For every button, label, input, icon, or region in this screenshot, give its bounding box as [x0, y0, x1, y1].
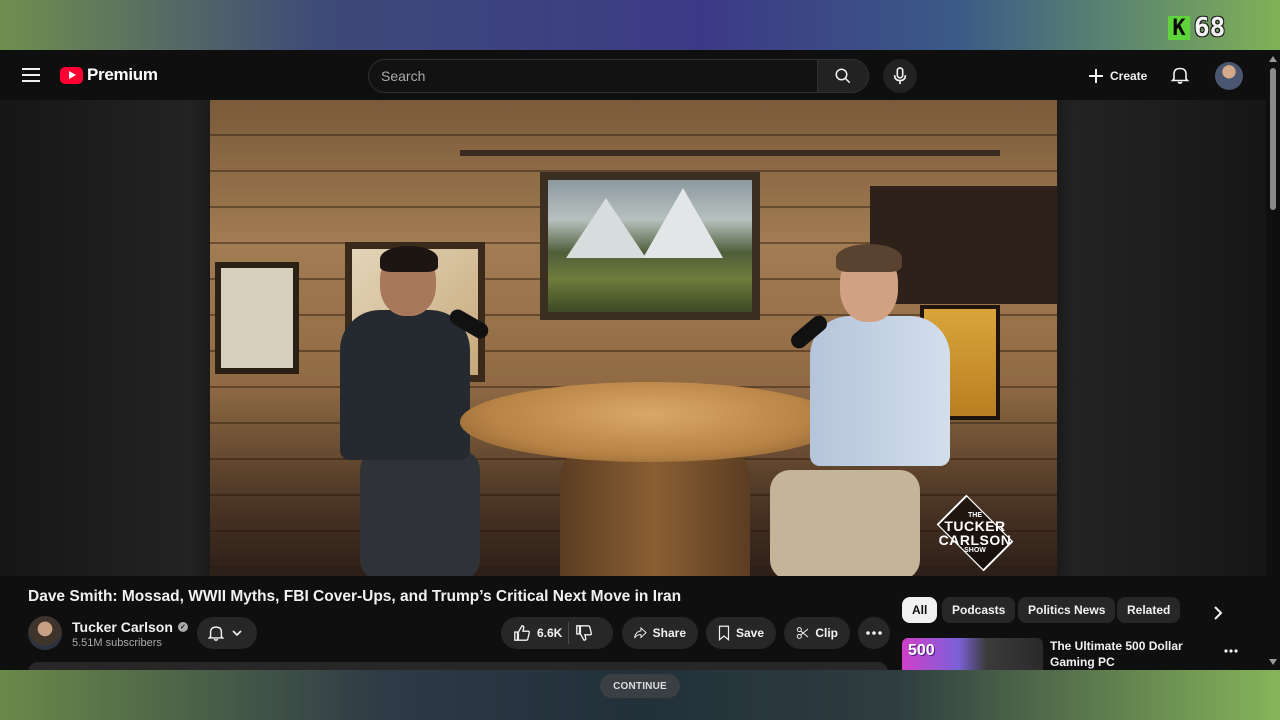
subscriber-count: 5.51M subscribers	[72, 637, 162, 649]
share-button[interactable]: Share	[622, 617, 698, 649]
k68-badge: K 68	[1168, 13, 1250, 43]
k68-badge-letter: K	[1168, 16, 1190, 41]
create-button[interactable]: Create	[1082, 63, 1153, 89]
show-watermark-logo: THE TUCKER CARLSON SHOW	[912, 494, 1038, 572]
video-player[interactable]: THE TUCKER CARLSON SHOW	[0, 100, 1266, 576]
search-input[interactable]: Search	[368, 59, 818, 93]
microphone-icon	[893, 67, 907, 85]
watermark-show: SHOW	[964, 547, 986, 554]
bookmark-icon	[718, 625, 730, 642]
k68-badge-number: 68	[1194, 13, 1226, 43]
curtain-rod	[460, 150, 1000, 156]
recommendation-title[interactable]: The Ultimate 500 Dollar Gaming PC	[1050, 638, 1220, 670]
video-frame[interactable]: THE TUCKER CARLSON SHOW	[210, 100, 1057, 576]
plus-icon	[1089, 69, 1103, 83]
search-icon	[835, 68, 851, 84]
search-button[interactable]	[817, 59, 869, 93]
bell-icon	[207, 626, 225, 641]
channel-name-link[interactable]: Tucker Carlson ✓	[72, 619, 188, 635]
youtube-play-icon	[60, 66, 83, 84]
masthead: Premium Search Create	[0, 50, 1266, 100]
recommendation-menu-icon[interactable]	[1224, 640, 1238, 658]
account-avatar[interactable]	[1215, 62, 1243, 90]
channel-avatar[interactable]	[28, 616, 62, 650]
verified-check-icon: ✓	[177, 622, 188, 632]
chip-podcasts[interactable]: Podcasts	[942, 597, 1016, 623]
scissors-icon	[796, 627, 809, 639]
create-label: Create	[1110, 69, 1148, 83]
scrollbar-thumb[interactable]	[1270, 68, 1276, 210]
continue-button[interactable]: CONTINUE	[600, 674, 680, 698]
share-label: Share	[652, 626, 686, 640]
like-count: 6.6K	[537, 626, 563, 640]
channel-name: Tucker Carlson	[72, 619, 173, 635]
chip-all[interactable]: All	[902, 597, 938, 623]
chips-next-button[interactable]	[1206, 601, 1230, 625]
share-arrow-icon	[634, 626, 647, 639]
page-scrollbar[interactable]	[1266, 50, 1280, 670]
like-divider	[568, 622, 570, 644]
chip-related[interactable]: Related	[1117, 597, 1181, 623]
save-label: Save	[735, 626, 764, 640]
subscription-notifications-button[interactable]	[197, 617, 257, 649]
youtube-premium-logo[interactable]: Premium	[60, 65, 158, 85]
dislike-button[interactable]	[575, 624, 593, 642]
save-button[interactable]: Save	[706, 617, 776, 649]
watermark-tucker: TUCKER	[944, 518, 1006, 534]
voice-search-button[interactable]	[883, 59, 917, 93]
like-button[interactable]: 6.6K	[513, 624, 562, 642]
chip-politics-news[interactable]: Politics News	[1018, 597, 1116, 623]
clip-label: Clip	[815, 626, 838, 640]
thumbs-up-icon	[514, 625, 530, 641]
watermark-carlson: CARLSON	[938, 532, 1012, 548]
thumbs-down-icon	[576, 625, 593, 641]
description-box[interactable]	[28, 662, 888, 670]
wall-frame-document	[215, 262, 299, 374]
chevron-down-icon	[232, 630, 242, 637]
like-dislike-group: 6.6K	[501, 617, 613, 649]
clip-button[interactable]: Clip	[784, 617, 850, 649]
thumbnail-text: 500	[908, 642, 935, 659]
scroll-down-arrow-icon[interactable]	[1269, 659, 1277, 665]
video-title: Dave Smith: Mossad, WWII Myths, FBI Cove…	[28, 588, 682, 605]
scroll-up-arrow-icon[interactable]	[1269, 56, 1277, 62]
menu-icon[interactable]	[22, 68, 40, 82]
more-horizontal-icon	[866, 631, 882, 635]
more-actions-button[interactable]	[858, 617, 890, 649]
mountain-painting	[540, 172, 760, 320]
chevron-right-icon	[1214, 606, 1223, 620]
recommendation-thumbnail[interactable]: 500	[902, 638, 1043, 670]
notifications-bell-icon[interactable]	[1170, 65, 1190, 90]
search-placeholder: Search	[381, 68, 426, 84]
youtube-window: Premium Search Create THE TUCKER CARLSON…	[0, 50, 1280, 670]
logo-wordmark: Premium	[87, 65, 158, 84]
